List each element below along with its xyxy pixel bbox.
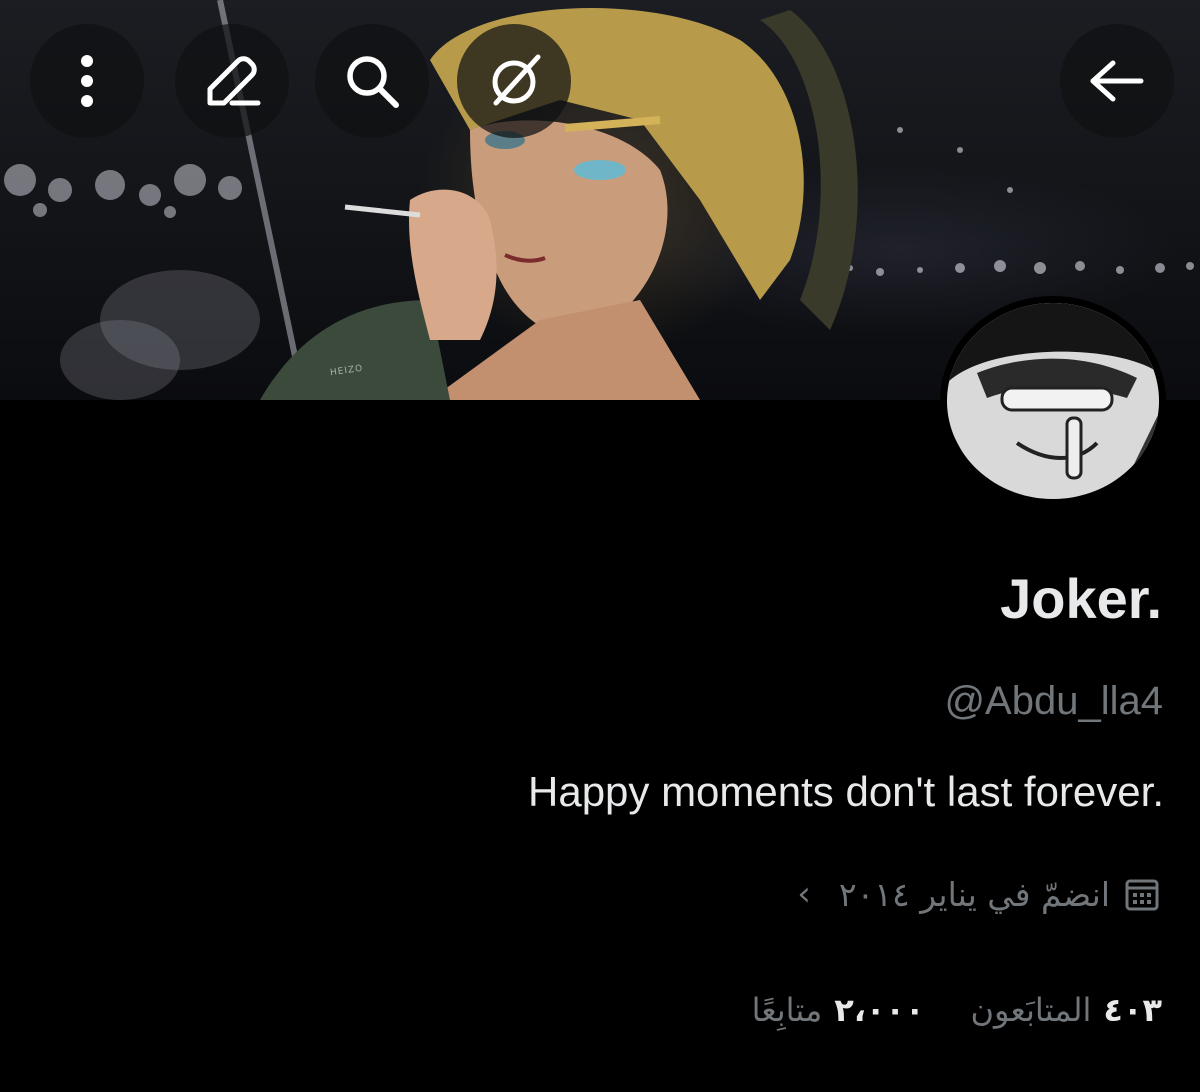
- pencil-icon: [207, 56, 261, 106]
- arrow-right-icon: [1090, 60, 1144, 102]
- grok-button[interactable]: [457, 24, 571, 138]
- follow-stats: ٤٠٣ المتابَعون ٢،٠٠٠ متابِعًا: [752, 984, 1162, 1036]
- calendar-icon: [1125, 879, 1159, 911]
- search-button[interactable]: [315, 24, 429, 138]
- grok-icon: [492, 54, 541, 106]
- joined-date-text: انضمّ في يناير ٢٠١٤: [838, 874, 1110, 914]
- search-icon: [347, 56, 399, 108]
- joined-date-row[interactable]: ‹ انضمّ في يناير ٢٠١٤: [797, 868, 1160, 920]
- followers-count: ٤٠٣: [1103, 991, 1162, 1029]
- following-stat[interactable]: ٢،٠٠٠ متابِعًا: [752, 991, 925, 1029]
- followers-stat[interactable]: ٤٠٣ المتابَعون: [970, 991, 1162, 1029]
- more-vertical-icon: [81, 55, 93, 107]
- edit-button[interactable]: [175, 24, 289, 138]
- bio: Happy moments don't last forever.: [528, 768, 1164, 815]
- avatar-image: [947, 303, 1159, 499]
- back-button[interactable]: [1060, 24, 1174, 138]
- avatar[interactable]: [940, 296, 1166, 506]
- followers-label: المتابَعون: [970, 991, 1092, 1029]
- handle: @Abdu_lla4: [944, 679, 1163, 723]
- following-count: ٢،٠٠٠: [834, 991, 925, 1029]
- chevron-left-icon: ‹: [797, 874, 811, 914]
- following-label: متابِعًا: [751, 991, 823, 1029]
- more-button[interactable]: [30, 24, 144, 138]
- display-name: Joker.: [1000, 567, 1162, 630]
